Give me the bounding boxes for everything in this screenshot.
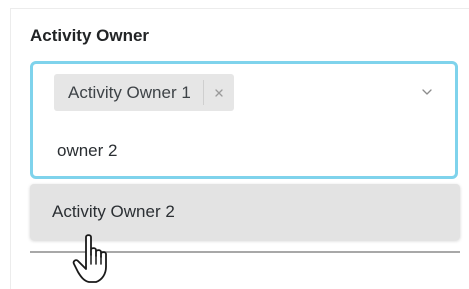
chip-label: Activity Owner 1 <box>68 82 191 102</box>
close-icon[interactable] <box>204 74 234 111</box>
activity-owner-panel: Activity Owner Activity Owner 1 owner 2 … <box>0 0 469 289</box>
search-input[interactable]: owner 2 <box>57 141 117 161</box>
hand-pointer-icon <box>72 234 107 283</box>
field-label: Activity Owner <box>30 26 150 45</box>
selected-chip: Activity Owner 1 <box>54 74 234 111</box>
activity-owner-select[interactable]: Activity Owner 1 owner 2 <box>30 61 458 179</box>
chevron-down-icon[interactable] <box>420 85 434 99</box>
option-activity-owner-2[interactable]: Activity Owner 2 <box>30 184 460 240</box>
